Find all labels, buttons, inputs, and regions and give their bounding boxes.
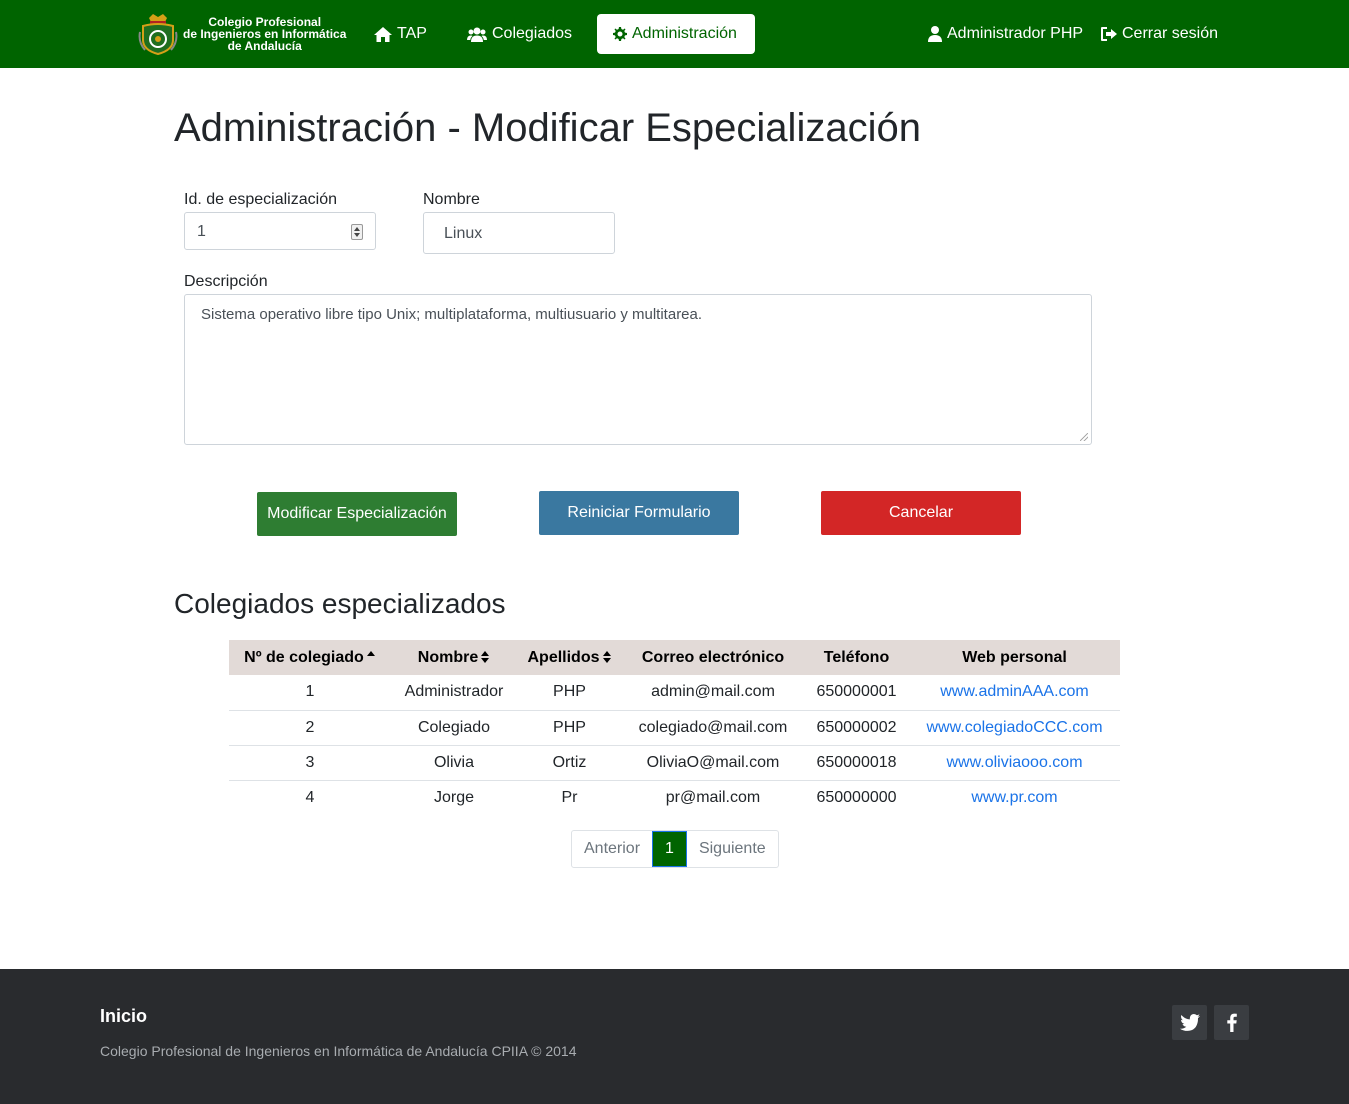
cell-apellidos: PHP [517,709,622,745]
cell-telefono: 650000018 [804,744,909,780]
cell-nombre: Olivia [391,744,517,780]
sort-icon [481,650,490,664]
cell-numero: 3 [229,744,391,780]
header-web[interactable]: Web personal [909,640,1120,675]
user-menu[interactable]: Administrador PHP [916,14,1095,54]
nav-item-label: Colegiados [492,25,573,42]
cell-correo: colegiado@mail.com [622,709,804,745]
description-value: Sistema operativo libre tipo Unix; multi… [201,306,703,323]
id-input[interactable]: 1 [184,212,376,250]
cell-web-link[interactable]: www.colegiadoCCC.com [909,709,1120,745]
footer-copyright: Colegio Profesional de Ingenieros en Inf… [100,1043,577,1059]
cell-telefono: 650000000 [804,779,909,815]
facebook-button[interactable] [1214,1005,1249,1040]
gear-icon [613,27,627,41]
submit-button[interactable]: Modificar Especialización [257,492,457,536]
table-row: 4 Jorge Pr pr@mail.com 650000000 www.pr.… [229,779,1120,815]
facebook-icon [1226,1013,1237,1032]
brand-logo[interactable]: Colegio Profesional de Ingenieros en Inf… [137,12,346,56]
header-nombre[interactable]: Nombre [391,640,517,675]
table-row: 2 Colegiado PHP colegiado@mail.com 65000… [229,709,1120,745]
cell-apellidos: Ortiz [517,744,622,780]
user-icon [928,26,942,42]
resize-grip-icon[interactable] [1080,433,1088,441]
cell-nombre: Colegiado [391,709,517,745]
cell-web-link[interactable]: www.oliviaooo.com [909,744,1120,780]
nav-item-administracion[interactable]: Administración [597,14,755,54]
twitter-icon [1179,1014,1200,1031]
cell-telefono: 650000001 [816,683,897,701]
pagination: Anterior 1 Siguiente [571,830,779,868]
table-header-row: Nº de colegiado Nombre Apellidos Correo … [229,640,1120,675]
brand-line-3: de Andalucía [227,39,302,53]
description-label: Descripción [184,273,268,290]
users-icon [467,27,487,42]
pagination-page-current[interactable]: 1 [652,831,687,867]
cell-correo: admin@mail.com [651,683,775,701]
table-row: 1 Administrador PHP admin@mail.com 65000… [229,675,1120,710]
header-apellidos[interactable]: Apellidos [517,640,622,675]
reset-button[interactable]: Reiniciar Formulario [539,491,739,535]
cancel-button[interactable]: Cancelar [821,491,1021,535]
logout-label: Cerrar sesión [1122,25,1219,42]
id-value: 1 [197,223,206,240]
header-correo[interactable]: Correo electrónico [622,640,804,675]
id-label: Id. de especialización [184,191,337,208]
page-title: Administración - Modificar Especializaci… [174,106,921,150]
sort-icon [602,650,612,664]
cell-apellidos: Pr [517,779,622,815]
name-input[interactable]: Linux [423,212,615,254]
cell-nombre: Administrador [404,683,504,701]
logout-icon [1101,27,1117,41]
logout-link[interactable]: Cerrar sesión [1089,14,1230,54]
top-navbar: Colegio Profesional de Ingenieros en Inf… [0,0,1349,68]
twitter-button[interactable] [1172,1005,1207,1040]
header-numero[interactable]: Nº de colegiado [229,640,391,675]
cell-web-link[interactable]: www.adminAAA.com [909,675,1120,710]
cell-numero: 2 [229,709,391,745]
nav-item-colegiados[interactable]: Colegiados [455,14,584,54]
cell-numero: 4 [229,779,391,815]
footer: Inicio Colegio Profesional de Ingenieros… [0,969,1349,1104]
cell-correo: OliviaO@mail.com [622,744,804,780]
crest-icon [138,14,178,56]
nav-item-tap[interactable]: TAP [362,14,439,54]
id-spinner[interactable] [351,224,363,240]
nav-item-label: Administración [632,25,737,42]
table-row: 3 Olivia Ortiz OliviaO@mail.com 65000001… [229,744,1120,780]
home-icon [374,26,392,42]
footer-title[interactable]: Inicio [100,1006,147,1027]
cell-numero: 1 [305,683,315,701]
section-title: Colegiados especializados [174,588,506,619]
user-label: Administrador PHP [947,25,1084,42]
pagination-prev[interactable]: Anterior [572,831,652,867]
header-telefono[interactable]: Teléfono [804,640,909,675]
description-textarea[interactable]: Sistema operativo libre tipo Unix; multi… [184,294,1092,445]
name-label: Nombre [423,191,480,208]
cell-correo: pr@mail.com [622,779,804,815]
pagination-next[interactable]: Siguiente [687,831,778,867]
cell-apellidos: PHP [553,683,586,701]
cell-telefono: 650000002 [804,709,909,745]
cell-web-link[interactable]: www.pr.com [909,779,1120,815]
cell-nombre: Jorge [391,779,517,815]
nav-item-label: TAP [397,25,427,42]
name-value: Linux [444,225,483,242]
brand-text: Colegio Profesional de Ingenieros en Inf… [183,16,346,52]
colegiados-table: Nº de colegiado Nombre Apellidos Correo … [229,640,1120,815]
sort-asc-icon [366,650,376,664]
